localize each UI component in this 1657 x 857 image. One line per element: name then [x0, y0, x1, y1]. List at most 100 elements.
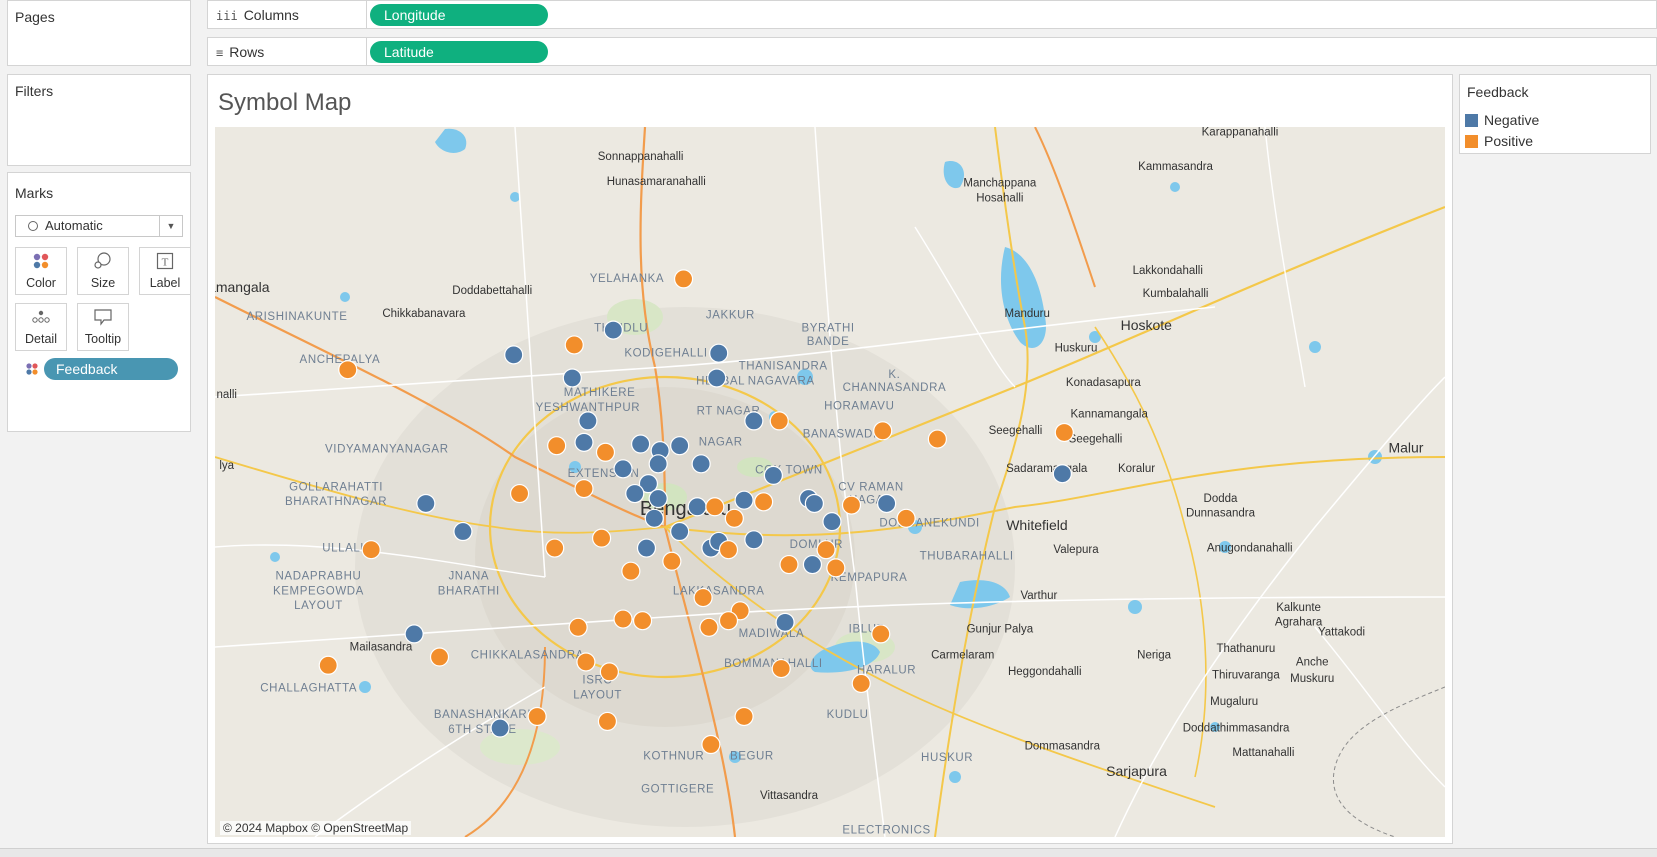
positive-feedback-mark[interactable]: [705, 497, 725, 517]
positive-feedback-mark[interactable]: [754, 492, 774, 512]
positive-feedback-mark[interactable]: [927, 429, 947, 449]
negative-feedback-mark[interactable]: [1052, 464, 1072, 484]
size-button[interactable]: Size: [77, 247, 129, 295]
positive-feedback-mark[interactable]: [662, 551, 682, 571]
negative-feedback-mark[interactable]: [804, 493, 824, 514]
positive-feedback-mark[interactable]: [318, 655, 338, 675]
positive-feedback-mark[interactable]: [718, 540, 739, 560]
positive-feedback-mark[interactable]: [632, 611, 653, 631]
positive-feedback-mark[interactable]: [621, 561, 641, 581]
negative-feedback-mark[interactable]: [490, 718, 510, 738]
latitude-pill[interactable]: Latitude: [370, 41, 548, 63]
positive-feedback-mark[interactable]: [547, 436, 567, 456]
negative-feedback-mark[interactable]: [687, 497, 707, 517]
positive-feedback-mark[interactable]: [896, 508, 916, 528]
negative-feedback-mark[interactable]: [636, 538, 657, 558]
tooltip-button[interactable]: Tooltip: [77, 303, 129, 351]
negative-feedback-mark[interactable]: [631, 434, 651, 454]
columns-shelf-label: iii Columns: [216, 7, 299, 23]
positive-feedback-mark[interactable]: [591, 528, 612, 548]
positive-feedback-mark[interactable]: [871, 624, 891, 644]
positive-feedback-mark[interactable]: [699, 617, 719, 637]
label-button[interactable]: T Label: [139, 247, 191, 295]
negative-feedback-mark[interactable]: [644, 508, 664, 528]
positive-feedback-mark[interactable]: [597, 711, 618, 732]
legend-negative-label: Negative: [1484, 112, 1540, 128]
positive-feedback-mark[interactable]: [574, 479, 594, 499]
negative-feedback-mark[interactable]: [775, 612, 795, 632]
negative-feedback-mark[interactable]: [504, 345, 524, 365]
negative-feedback-mark[interactable]: [453, 521, 473, 542]
positive-feedback-mark[interactable]: [826, 558, 846, 578]
place-label: Malur: [1388, 439, 1423, 455]
negative-feedback-mark[interactable]: [416, 493, 436, 514]
columns-shelf[interactable]: iii Columns Longitude: [207, 0, 1657, 29]
negative-feedback-mark[interactable]: [625, 483, 645, 504]
positive-feedback-mark[interactable]: [769, 411, 789, 431]
positive-feedback-mark[interactable]: [568, 617, 588, 637]
detail-button[interactable]: Detail: [15, 303, 67, 351]
negative-feedback-mark[interactable]: [822, 512, 842, 532]
negative-feedback-mark[interactable]: [613, 459, 633, 479]
positive-feedback-mark[interactable]: [527, 706, 547, 727]
color-button[interactable]: Color: [15, 247, 67, 295]
positive-feedback-mark[interactable]: [564, 335, 584, 355]
positive-feedback-mark[interactable]: [724, 508, 744, 528]
positive-feedback-mark[interactable]: [613, 609, 633, 629]
positive-feedback-mark[interactable]: [816, 540, 836, 560]
place-label: Muskuru: [1290, 673, 1334, 685]
negative-feedback-mark[interactable]: [691, 454, 711, 474]
positive-feedback-mark[interactable]: [771, 658, 791, 679]
positive-feedback-mark[interactable]: [576, 652, 596, 672]
positive-feedback-mark[interactable]: [673, 269, 694, 289]
negative-feedback-mark[interactable]: [648, 454, 668, 474]
positive-feedback-mark[interactable]: [851, 673, 871, 694]
feedback-pill[interactable]: Feedback: [44, 358, 178, 380]
positive-feedback-mark[interactable]: [693, 587, 713, 608]
positive-feedback-mark[interactable]: [509, 483, 530, 504]
negative-feedback-mark[interactable]: [744, 530, 764, 550]
symbol-map[interactable]: Sonnappanahalli Hunasamaranahalli Karappan…: [215, 127, 1445, 837]
negative-feedback-mark[interactable]: [562, 368, 582, 388]
negative-feedback-mark[interactable]: [734, 490, 754, 510]
negative-feedback-mark[interactable]: [404, 624, 424, 644]
negative-feedback-mark[interactable]: [603, 320, 623, 340]
negative-feedback-mark[interactable]: [763, 465, 783, 485]
negative-feedback-mark[interactable]: [648, 488, 668, 509]
mark-type-dropdown[interactable]: Automatic ▼: [15, 215, 183, 237]
filters-card[interactable]: Filters: [7, 74, 191, 166]
negative-feedback-mark[interactable]: [877, 493, 897, 514]
positive-feedback-mark[interactable]: [545, 538, 565, 558]
place-label: JAKKUR: [706, 310, 755, 322]
negative-feedback-mark[interactable]: [670, 436, 690, 456]
color-field-icon: [25, 362, 39, 376]
map-canvas[interactable]: Sonnappanahalli Hunasamaranahalli Karappan…: [215, 127, 1445, 837]
positive-feedback-mark[interactable]: [429, 647, 450, 667]
legend-item-negative[interactable]: Negative: [1465, 111, 1539, 129]
positive-feedback-mark[interactable]: [701, 734, 721, 755]
positive-feedback-mark[interactable]: [1054, 422, 1074, 443]
positive-feedback-mark[interactable]: [595, 442, 616, 462]
positive-feedback-mark[interactable]: [718, 611, 739, 631]
place-label: Mattanahalli: [1232, 747, 1294, 759]
chevron-down-icon[interactable]: ▼: [159, 216, 182, 236]
positive-feedback-mark[interactable]: [338, 360, 358, 380]
negative-feedback-mark[interactable]: [802, 554, 823, 575]
positive-feedback-mark[interactable]: [779, 554, 799, 575]
negative-feedback-mark[interactable]: [744, 411, 764, 431]
negative-feedback-mark[interactable]: [670, 521, 690, 542]
place-label: NADAPRABHU: [276, 570, 362, 582]
negative-feedback-mark[interactable]: [578, 411, 598, 431]
positive-feedback-mark[interactable]: [361, 540, 381, 560]
negative-feedback-mark[interactable]: [709, 343, 729, 363]
positive-feedback-mark[interactable]: [734, 706, 754, 727]
negative-feedback-mark[interactable]: [707, 368, 727, 388]
positive-feedback-mark[interactable]: [841, 495, 862, 515]
positive-feedback-mark[interactable]: [599, 662, 619, 682]
legend-item-positive[interactable]: Positive: [1465, 132, 1533, 150]
map-attribution[interactable]: © 2024 Mapbox © OpenStreetMap: [220, 821, 412, 835]
positive-feedback-mark[interactable]: [873, 421, 893, 441]
negative-feedback-mark[interactable]: [574, 432, 594, 452]
rows-shelf[interactable]: ≡ Rows Latitude: [207, 37, 1657, 66]
longitude-pill[interactable]: Longitude: [370, 4, 548, 26]
